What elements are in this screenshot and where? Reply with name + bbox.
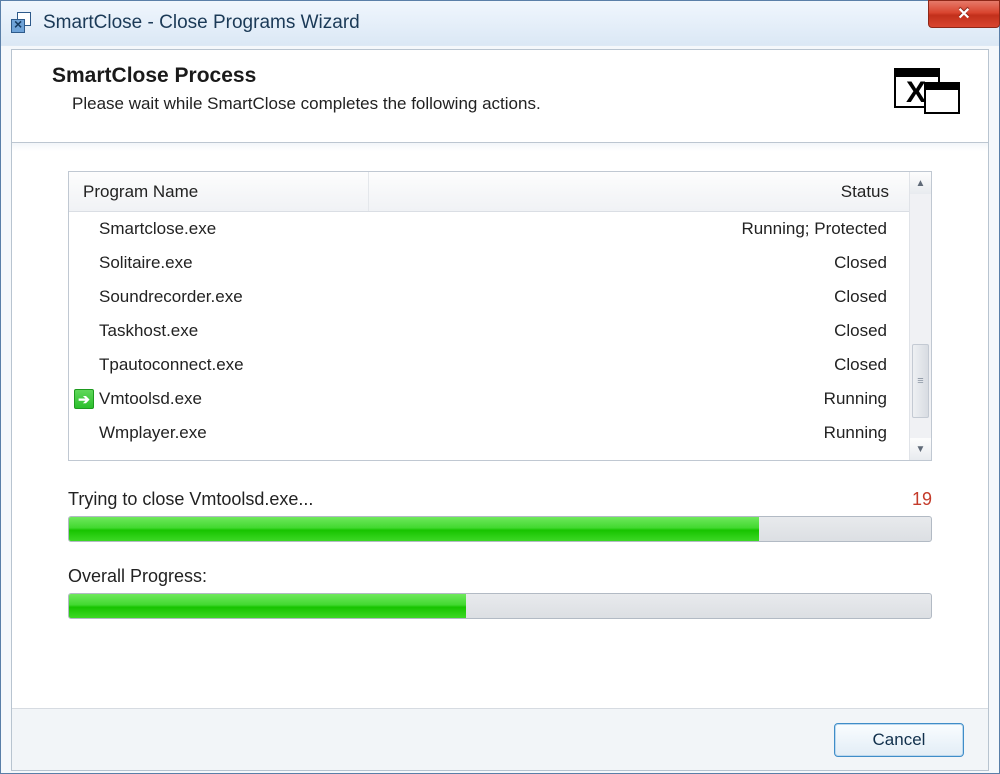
- header-subtitle: Please wait while SmartClose completes t…: [72, 94, 541, 114]
- program-list: Program Name Status Smartclose.exeRunnin…: [68, 171, 932, 461]
- row-status: Running; Protected: [369, 219, 909, 239]
- row-status: Closed: [369, 355, 909, 375]
- overall-progress-fill: [69, 594, 466, 618]
- row-program-name: Wmplayer.exe: [99, 423, 369, 443]
- app-icon: [11, 12, 33, 34]
- row-program-name: Smartclose.exe: [99, 219, 369, 239]
- table-row[interactable]: Taskhost.exeClosed: [69, 314, 909, 348]
- current-task-progress-fill: [69, 517, 759, 541]
- window-close-button[interactable]: ✕: [928, 0, 1000, 28]
- current-task-counter: 19: [912, 489, 932, 510]
- row-status: Running: [369, 423, 909, 443]
- table-row[interactable]: Smartclose.exeRunning; Protected: [69, 212, 909, 246]
- column-header-name[interactable]: Program Name: [69, 172, 369, 211]
- row-program-name: Tpautoconnect.exe: [99, 355, 369, 375]
- scroll-thumb[interactable]: [912, 344, 929, 418]
- scroll-down-button[interactable]: ▼: [910, 438, 931, 460]
- row-program-name: Taskhost.exe: [99, 321, 369, 341]
- overall-progress: [68, 593, 932, 619]
- scroll-track[interactable]: [910, 194, 931, 438]
- list-header: Program Name Status: [69, 172, 909, 212]
- column-header-status[interactable]: Status: [369, 172, 909, 211]
- cancel-button[interactable]: Cancel: [834, 723, 964, 757]
- current-task-label-row: Trying to close Vmtoolsd.exe... 19: [68, 489, 932, 510]
- overall-label-row: Overall Progress:: [68, 566, 932, 587]
- header-title: SmartClose Process: [52, 64, 541, 88]
- row-status: Closed: [369, 287, 909, 307]
- table-row[interactable]: Wmplayer.exeRunning: [69, 416, 909, 450]
- titlebar: SmartClose - Close Programs Wizard ✕: [1, 1, 999, 45]
- table-row[interactable]: Tpautoconnect.exeClosed: [69, 348, 909, 382]
- close-windows-icon: X: [894, 68, 960, 124]
- row-status: Closed: [369, 253, 909, 273]
- current-task-label: Trying to close Vmtoolsd.exe...: [68, 489, 313, 510]
- scroll-up-button[interactable]: ▲: [910, 172, 931, 194]
- table-row[interactable]: Soundrecorder.exeClosed: [69, 280, 909, 314]
- row-program-name: Soundrecorder.exe: [99, 287, 369, 307]
- row-status: Closed: [369, 321, 909, 341]
- wizard-header: SmartClose Process Please wait while Sma…: [12, 50, 988, 143]
- wizard-body: Program Name Status Smartclose.exeRunnin…: [12, 143, 988, 619]
- row-program-name: Solitaire.exe: [99, 253, 369, 273]
- row-program-name: Vmtoolsd.exe: [99, 389, 369, 409]
- content-frame: SmartClose Process Please wait while Sma…: [11, 49, 989, 771]
- table-row[interactable]: Solitaire.exeClosed: [69, 246, 909, 280]
- row-icon-cell: ➔: [69, 389, 99, 409]
- row-status: Running: [369, 389, 909, 409]
- scrollbar[interactable]: ▲ ▼: [909, 172, 931, 460]
- current-task-progress: [68, 516, 932, 542]
- table-row[interactable]: ➔Vmtoolsd.exeRunning: [69, 382, 909, 416]
- active-arrow-icon: ➔: [74, 389, 94, 409]
- wizard-window: SmartClose - Close Programs Wizard ✕ Sma…: [0, 0, 1000, 774]
- overall-progress-label: Overall Progress:: [68, 566, 207, 587]
- window-title: SmartClose - Close Programs Wizard: [43, 12, 360, 34]
- close-icon: ✕: [957, 4, 970, 24]
- wizard-footer: Cancel: [12, 708, 988, 770]
